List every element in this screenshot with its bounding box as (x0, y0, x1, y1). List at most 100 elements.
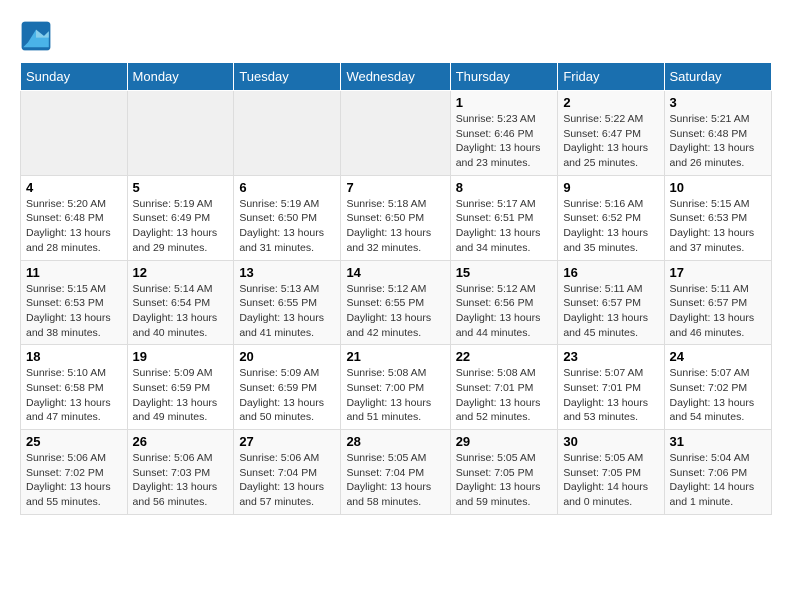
day-info: Sunrise: 5:08 AMSunset: 7:00 PMDaylight:… (346, 366, 444, 425)
day-number: 29 (456, 434, 553, 449)
day-number: 8 (456, 180, 553, 195)
logo (20, 20, 56, 52)
calendar-cell: 18Sunrise: 5:10 AMSunset: 6:58 PMDayligh… (21, 345, 128, 430)
day-info: Sunrise: 5:22 AMSunset: 6:47 PMDaylight:… (563, 112, 658, 171)
calendar-cell: 6 Sunrise: 5:19 AMSunset: 6:50 PMDaylight… (234, 175, 341, 260)
calendar-cell: 3Sunrise: 5:21 AMSunset: 6:48 PMDaylight… (664, 91, 771, 176)
weekday-header-friday: Friday (558, 63, 664, 91)
day-info: Sunrise: 5:20 AMSunset: 6:48 PMDaylight:… (26, 197, 122, 256)
day-number: 4 (26, 180, 122, 195)
day-info: Sunrise: 5:16 AMSunset: 6:52 PMDaylight:… (563, 197, 658, 256)
calendar-cell: 5 Sunrise: 5:19 AMSunset: 6:49 PMDaylight… (127, 175, 234, 260)
weekday-header-sunday: Sunday (21, 63, 128, 91)
calendar-cell: 15 Sunrise: 5:12 AMSunset: 6:56 PMDayligh… (450, 260, 558, 345)
day-number: 7 (346, 180, 444, 195)
calendar-cell: 16 Sunrise: 5:11 AMSunset: 6:57 PMDayligh… (558, 260, 664, 345)
day-info: Sunrise: 5:18 AMSunset: 6:50 PMDaylight:… (346, 197, 444, 256)
day-number: 10 (670, 180, 766, 195)
day-number: 19 (133, 349, 229, 364)
calendar-week-5: 25 Sunrise: 5:06 AMSunset: 7:02 PMDayligh… (21, 430, 772, 515)
calendar-cell: 11Sunrise: 5:15 AMSunset: 6:53 PMDayligh… (21, 260, 128, 345)
calendar-cell: 9 Sunrise: 5:16 AMSunset: 6:52 PMDaylight… (558, 175, 664, 260)
calendar-cell: 26 Sunrise: 5:06 AMSunset: 7:03 PMDayligh… (127, 430, 234, 515)
day-number: 28 (346, 434, 444, 449)
day-info: Sunrise: 5:05 AMSunset: 7:05 PMDaylight:… (563, 451, 658, 510)
day-number: 5 (133, 180, 229, 195)
calendar-week-3: 11Sunrise: 5:15 AMSunset: 6:53 PMDayligh… (21, 260, 772, 345)
weekday-header-wednesday: Wednesday (341, 63, 450, 91)
calendar-week-2: 4 Sunrise: 5:20 AMSunset: 6:48 PMDaylight… (21, 175, 772, 260)
day-number: 15 (456, 265, 553, 280)
calendar-cell: 19 Sunrise: 5:09 AMSunset: 6:59 PMDayligh… (127, 345, 234, 430)
calendar-cell: 28 Sunrise: 5:05 AMSunset: 7:04 PMDayligh… (341, 430, 450, 515)
calendar-cell: 10 Sunrise: 5:15 AMSunset: 6:53 PMDayligh… (664, 175, 771, 260)
day-number: 31 (670, 434, 766, 449)
day-number: 17 (670, 265, 766, 280)
day-info: Sunrise: 5:11 AMSunset: 6:57 PMDaylight:… (563, 282, 658, 341)
calendar-cell: 21 Sunrise: 5:08 AMSunset: 7:00 PMDayligh… (341, 345, 450, 430)
day-info: Sunrise: 5:12 AMSunset: 6:55 PMDaylight:… (346, 282, 444, 341)
calendar-cell (21, 91, 128, 176)
day-info: Sunrise: 5:08 AMSunset: 7:01 PMDaylight:… (456, 366, 553, 425)
calendar-cell: 12 Sunrise: 5:14 AMSunset: 6:54 PMDayligh… (127, 260, 234, 345)
calendar-cell: 23 Sunrise: 5:07 AMSunset: 7:01 PMDayligh… (558, 345, 664, 430)
calendar-week-4: 18Sunrise: 5:10 AMSunset: 6:58 PMDayligh… (21, 345, 772, 430)
calendar-cell: 7 Sunrise: 5:18 AMSunset: 6:50 PMDaylight… (341, 175, 450, 260)
day-number: 25 (26, 434, 122, 449)
day-info: Sunrise: 5:15 AMSunset: 6:53 PMDaylight:… (26, 282, 122, 341)
calendar-cell: 20 Sunrise: 5:09 AMSunset: 6:59 PMDayligh… (234, 345, 341, 430)
calendar-cell: 13Sunrise: 5:13 AMSunset: 6:55 PMDayligh… (234, 260, 341, 345)
calendar-cell: 31 Sunrise: 5:04 AMSunset: 7:06 PMDayligh… (664, 430, 771, 515)
calendar-cell: 2 Sunrise: 5:22 AMSunset: 6:47 PMDaylight… (558, 91, 664, 176)
day-number: 6 (239, 180, 335, 195)
day-info: Sunrise: 5:06 AMSunset: 7:04 PMDaylight:… (239, 451, 335, 510)
calendar-cell (234, 91, 341, 176)
calendar-cell: 25 Sunrise: 5:06 AMSunset: 7:02 PMDayligh… (21, 430, 128, 515)
day-number: 18 (26, 349, 122, 364)
day-number: 12 (133, 265, 229, 280)
day-info: Sunrise: 5:09 AMSunset: 6:59 PMDaylight:… (239, 366, 335, 425)
day-info: Sunrise: 5:23 AMSunset: 6:46 PMDaylight:… (456, 112, 553, 171)
day-info: Sunrise: 5:07 AMSunset: 7:02 PMDaylight:… (670, 366, 766, 425)
day-info: Sunrise: 5:07 AMSunset: 7:01 PMDaylight:… (563, 366, 658, 425)
day-number: 1 (456, 95, 553, 110)
weekday-header-row: SundayMondayTuesdayWednesdayThursdayFrid… (21, 63, 772, 91)
day-info: Sunrise: 5:19 AMSunset: 6:50 PMDaylight:… (239, 197, 335, 256)
day-info: Sunrise: 5:12 AMSunset: 6:56 PMDaylight:… (456, 282, 553, 341)
day-info: Sunrise: 5:05 AMSunset: 7:04 PMDaylight:… (346, 451, 444, 510)
calendar-cell: 27 Sunrise: 5:06 AMSunset: 7:04 PMDayligh… (234, 430, 341, 515)
day-number: 21 (346, 349, 444, 364)
day-number: 20 (239, 349, 335, 364)
day-info: Sunrise: 5:15 AMSunset: 6:53 PMDaylight:… (670, 197, 766, 256)
day-info: Sunrise: 5:17 AMSunset: 6:51 PMDaylight:… (456, 197, 553, 256)
day-info: Sunrise: 5:06 AMSunset: 7:03 PMDaylight:… (133, 451, 229, 510)
calendar-cell: 22Sunrise: 5:08 AMSunset: 7:01 PMDayligh… (450, 345, 558, 430)
day-number: 24 (670, 349, 766, 364)
calendar-cell: 1 Sunrise: 5:23 AMSunset: 6:46 PMDaylight… (450, 91, 558, 176)
day-info: Sunrise: 5:13 AMSunset: 6:55 PMDaylight:… (239, 282, 335, 341)
day-info: Sunrise: 5:19 AMSunset: 6:49 PMDaylight:… (133, 197, 229, 256)
day-number: 27 (239, 434, 335, 449)
weekday-header-thursday: Thursday (450, 63, 558, 91)
calendar-table: SundayMondayTuesdayWednesdayThursdayFrid… (20, 62, 772, 515)
day-info: Sunrise: 5:09 AMSunset: 6:59 PMDaylight:… (133, 366, 229, 425)
day-number: 16 (563, 265, 658, 280)
calendar-cell: 4 Sunrise: 5:20 AMSunset: 6:48 PMDaylight… (21, 175, 128, 260)
day-info: Sunrise: 5:11 AMSunset: 6:57 PMDaylight:… (670, 282, 766, 341)
calendar-cell (341, 91, 450, 176)
day-number: 14 (346, 265, 444, 280)
day-info: Sunrise: 5:06 AMSunset: 7:02 PMDaylight:… (26, 451, 122, 510)
day-info: Sunrise: 5:14 AMSunset: 6:54 PMDaylight:… (133, 282, 229, 341)
weekday-header-monday: Monday (127, 63, 234, 91)
day-number: 2 (563, 95, 658, 110)
day-number: 9 (563, 180, 658, 195)
calendar-cell: 30 Sunrise: 5:05 AMSunset: 7:05 PMDayligh… (558, 430, 664, 515)
day-number: 23 (563, 349, 658, 364)
day-number: 30 (563, 434, 658, 449)
weekday-header-saturday: Saturday (664, 63, 771, 91)
weekday-header-tuesday: Tuesday (234, 63, 341, 91)
calendar-cell: 24 Sunrise: 5:07 AMSunset: 7:02 PMDayligh… (664, 345, 771, 430)
day-info: Sunrise: 5:05 AMSunset: 7:05 PMDaylight:… (456, 451, 553, 510)
day-number: 26 (133, 434, 229, 449)
day-info: Sunrise: 5:04 AMSunset: 7:06 PMDaylight:… (670, 451, 766, 510)
